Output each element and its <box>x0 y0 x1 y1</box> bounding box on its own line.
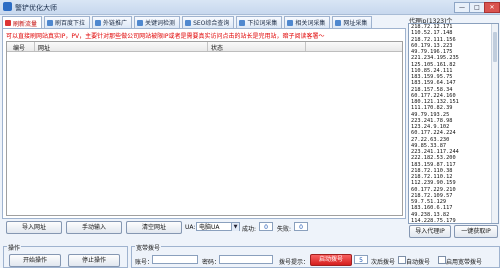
proxy-ip-items: 218.72.12.171 110.52.17.148 218.72.111.156… <box>409 24 498 223</box>
tab-related-collect[interactable]: 相关词采集 <box>284 16 331 28</box>
operation-group-title: 操作 <box>7 243 22 252</box>
column-url[interactable]: 网址 <box>38 43 50 52</box>
tab-external-links[interactable]: 外链推广 <box>92 16 133 28</box>
column-divider <box>305 42 306 51</box>
link-icon <box>95 19 102 26</box>
app-logo-icon <box>3 2 12 11</box>
clear-url-button[interactable]: 清空网址 <box>126 221 182 234</box>
maximize-button[interactable]: □ <box>469 2 485 13</box>
tab-label: 下拉词采集 <box>247 20 278 27</box>
import-proxy-button[interactable]: 导入代理IP <box>409 225 451 238</box>
account-label: 账号： <box>135 259 154 266</box>
column-status[interactable]: 状态 <box>211 43 223 52</box>
fail-count: 0 <box>294 222 308 231</box>
dial-interval-unit: 次后拨号 <box>371 259 396 266</box>
proxy-ip-list[interactable]: 218.72.12.171 110.52.17.148 218.72.111.156… <box>408 23 499 224</box>
ua-select-value: 电脑UA <box>199 224 220 231</box>
window-title: 警铲优化大师 <box>15 4 57 12</box>
proxy-list-scrollbar[interactable] <box>491 24 498 223</box>
column-divider <box>34 42 35 51</box>
password-input[interactable] <box>219 255 273 264</box>
account-input[interactable] <box>152 255 198 264</box>
tab-baidu-dropdown[interactable]: 刷百度下拉 <box>44 16 91 28</box>
tab-seo-query[interactable]: SEO综合查询 <box>182 16 235 28</box>
minimize-button[interactable]: — <box>454 2 470 13</box>
enable-broadband-checkbox[interactable] <box>438 256 446 264</box>
scrollbar-thumb[interactable] <box>493 32 497 62</box>
operation-group: 操作 开始操作 停止操作 <box>3 243 128 268</box>
column-divider <box>207 42 208 51</box>
password-label: 密码： <box>202 259 221 266</box>
enable-broadband-label: 启用宽带拨号 <box>446 259 483 266</box>
refresh-icon <box>5 20 11 26</box>
tab-label: 相关词采集 <box>295 20 326 27</box>
grid-header: 编号 网址 状态 <box>7 42 402 52</box>
column-id[interactable]: 编号 <box>13 43 25 52</box>
tab-label: 网址采集 <box>343 20 368 27</box>
manual-input-button[interactable]: 手动输入 <box>66 221 122 234</box>
auto-dial-label: 自动拨号 <box>406 259 431 266</box>
tab-keyword-check[interactable]: 关键词检测 <box>134 16 181 28</box>
tab-label: SEO综合查询 <box>193 20 230 27</box>
start-dial-button[interactable]: 启动拨号 <box>310 254 352 266</box>
chevron-down-icon: ▼ <box>231 223 239 231</box>
tab-label: 关键词检测 <box>145 20 176 27</box>
seo-icon <box>185 19 192 26</box>
tab-dropdown-collect[interactable]: 下拉词采集 <box>236 16 283 28</box>
proxy-panel: 代理ip(1323)个 218.72.12.171 110.52.17.148 21… <box>408 16 499 238</box>
ua-select[interactable]: 电脑UA ▼ <box>196 222 240 231</box>
dial-hint-label: 拨号提示： <box>279 259 310 266</box>
url-toolbar: 导入网址 手动输入 清空网址 UA: 电脑UA ▼ 成功: 0 失败: 0 <box>2 218 406 236</box>
url-grid[interactable]: 编号 网址 状态 <box>6 41 403 216</box>
tab-url-collect[interactable]: 网址采集 <box>332 16 373 28</box>
dial-interval-input[interactable]: 5 <box>354 255 368 264</box>
import-url-button[interactable]: 导入网址 <box>6 221 62 234</box>
main-tabs: 刷新流量 刷百度下拉 外链推广 关键词检测 SEO综合查询 下拉词采集 相关词采… <box>2 16 406 29</box>
tab-label: 外链推广 <box>103 20 128 27</box>
collect-icon <box>239 19 246 26</box>
notice-text: 可以直接刷网站真实IP，PV，主要针对那些做公司网站被限IP或者是需要真实访问点… <box>6 33 325 40</box>
broadband-group-title: 宽带拨号 <box>135 243 162 252</box>
fail-label: 失败: <box>277 226 292 233</box>
success-count: 0 <box>259 222 273 231</box>
auto-dial-checkbox[interactable] <box>398 256 406 264</box>
proxy-ip-item[interactable]: 114.228.75.179 <box>409 218 498 223</box>
broadband-group: 宽带拨号 账号： 密码： 拨号提示： 启动拨号 5 次后拨号 自动拨号 启用宽带… <box>131 243 500 268</box>
dropdown-icon <box>47 19 54 26</box>
related-icon <box>287 19 294 26</box>
fetch-proxy-button[interactable]: 一键获取IP <box>454 225 498 238</box>
tab-label: 刷百度下拉 <box>55 20 86 27</box>
success-label: 成功: <box>242 226 257 233</box>
close-button[interactable]: ✕ <box>484 2 500 13</box>
ua-label: UA: <box>185 224 196 231</box>
traffic-panel: 可以直接刷网站真实IP，PV，主要针对那些做公司网站被限IP或者是需要真实访问点… <box>2 28 406 219</box>
title-bar: 警铲优化大师 — □ ✕ <box>0 0 500 15</box>
keyword-icon <box>137 19 144 26</box>
tab-label: 刷新流量 <box>13 20 38 28</box>
url-icon <box>335 19 342 26</box>
